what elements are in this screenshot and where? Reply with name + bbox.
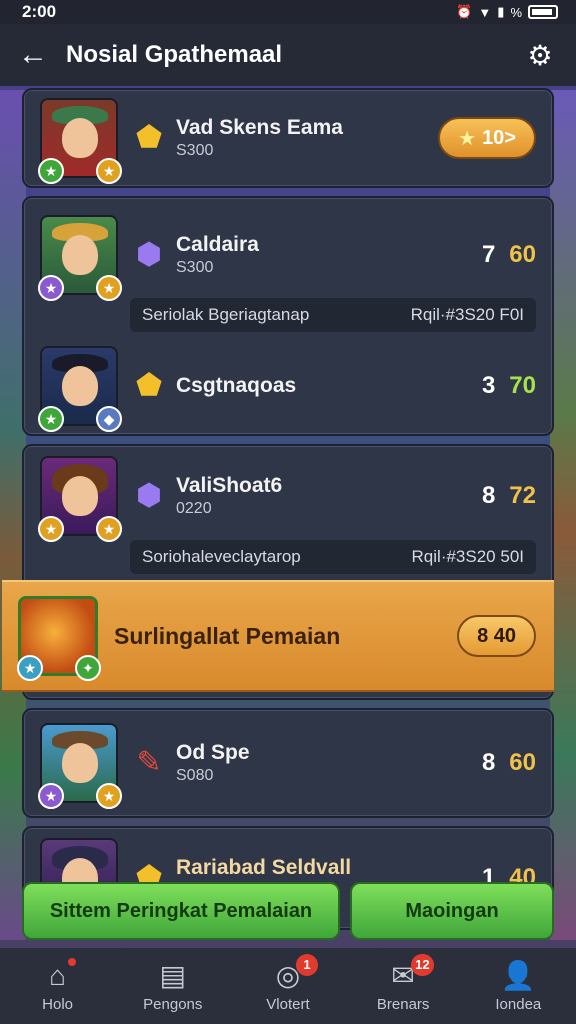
nav-item-vlotert[interactable]: ◎ 1 Vlotert [238, 953, 338, 1013]
player-name: ValiShoat6 [176, 474, 283, 497]
star-badge-icon: ★ [17, 655, 43, 681]
back-arrow-icon[interactable]: ← [18, 38, 58, 72]
list-item[interactable]: ★ ★ ⬢ ValiShoat6 0220 8 72 Soriohalevecl… [2, 444, 554, 700]
score-value: 60 [509, 749, 536, 776]
nav-label: Pengons [143, 995, 203, 1013]
notification-badge: 12 [411, 953, 434, 976]
compete-button[interactable]: Maoingan [350, 882, 554, 940]
player-score: 7 60 [482, 241, 536, 269]
wifi-icon: ▼ [478, 4, 492, 20]
star-badge-icon: ★ [96, 275, 122, 301]
detail-right: Rqil·#3S20 50I [411, 547, 524, 566]
notification-badge: 1 [295, 953, 318, 976]
nav-label: Vlotert [266, 995, 310, 1013]
page-title: Nosial Gpathemaal [66, 41, 283, 68]
star-badge-icon: ★ [38, 158, 64, 184]
score-rank: 8 [481, 749, 496, 776]
purple-gem-icon: ⬢ [135, 238, 163, 271]
player-score: 3 70 [482, 372, 536, 400]
shield-badge-icon: ◆ [96, 406, 122, 432]
score-rank: 8 [481, 482, 496, 509]
star-badge-icon: ★ [96, 783, 122, 809]
star-icon: ⬟ [135, 121, 163, 154]
score-value: 60 [509, 241, 536, 268]
highlight-pill-button[interactable]: 8 40 [457, 615, 536, 657]
alarm-icon: ⏰ [456, 4, 473, 19]
nav-label: Holo [42, 995, 74, 1013]
avatar: ★ ★ [38, 723, 122, 809]
status-icons: ⏰ ▼ ▮ % [456, 4, 558, 20]
status-bar: 2:00 ⏰ ▼ ▮ % [0, 0, 576, 24]
star-badge-icon: ★ [38, 516, 64, 542]
leaderboard-system-button[interactable]: Sittem Peringkat Pemalaian [22, 882, 340, 940]
person-icon: 👤 [500, 959, 536, 991]
star-icon: ⬟ [135, 369, 163, 402]
list-item[interactable]: ★ ★ ⬢ Caldaira S300 7 60 Seriolak Bgeria… [22, 196, 554, 436]
player-score: 8 60 [482, 749, 536, 777]
reward-pill-button[interactable]: ★ 10> [438, 117, 536, 159]
leaf-badge-icon: ✦ [75, 655, 101, 681]
nav-label: Iondea [495, 995, 542, 1013]
avatar: ★ ★ [38, 98, 122, 184]
nav-item-home[interactable]: ⌂ Holo [8, 957, 108, 1013]
action-bar: Sittem Peringkat Pemalaian Maoingan [22, 882, 554, 940]
nav-item-brenars[interactable]: ✉ 12 Brenars [353, 953, 453, 1013]
trophy-orb-icon: ★ ✦ [17, 596, 101, 681]
nav-item-pengons[interactable]: ▤ Pengons [123, 960, 223, 1013]
leaderboard-list: ★ ★ ⬟ Vad Skens Eama S300 ★ 10> ★ ★ ⬢ Ca… [2, 88, 554, 938]
list-item[interactable]: ★ ★ ✎ Od Spe S080 8 60 [22, 708, 554, 818]
player-sub: S300 [176, 142, 214, 159]
purple-gem-icon: ⬢ [135, 479, 163, 512]
player-sub: S080 [176, 767, 214, 784]
score-rank: 7 [481, 241, 496, 268]
detail-left: Soriohaleveclaytarop [142, 547, 301, 566]
player-name: Csgtnaqoas [176, 374, 297, 397]
notification-dot [67, 957, 76, 966]
avatar: ★ ★ [38, 456, 122, 542]
score-value: 72 [509, 482, 536, 509]
star-badge-icon: ★ [96, 516, 122, 542]
battery-percent: % [510, 4, 522, 20]
player-name: Caldaira [176, 233, 259, 256]
star-badge-icon: ★ [96, 158, 122, 184]
player-name: Vad Skens Eama [176, 116, 343, 139]
avatar: ★ ◆ [38, 346, 122, 432]
reward-value: 10> [482, 126, 516, 149]
app-bar: ← Nosial Gpathemaal ⚙ [0, 24, 576, 86]
player-name: Od Spe [176, 741, 250, 764]
gear-icon[interactable]: ⚙ [522, 39, 558, 72]
nav-label: Brenars [376, 995, 430, 1013]
player-sub: 0220 [176, 500, 212, 517]
score-rank: 3 [481, 372, 496, 399]
home-icon: ⌂ [49, 959, 67, 991]
player-score: 8 72 [482, 482, 536, 510]
avatar: ★ ★ [38, 215, 122, 301]
star-badge-icon: ★ [38, 783, 64, 809]
nav-item-profile[interactable]: 👤 Iondea [468, 960, 568, 1013]
list-item[interactable]: ★ ★ ⬟ Vad Skens Eama S300 ★ 10> [22, 88, 554, 188]
score-value: 70 [509, 372, 536, 399]
star-badge-icon: ★ [38, 275, 64, 301]
highlight-title: Surlingallat Pemaian [114, 622, 341, 649]
player-name: Rariabad Seldvall [176, 856, 352, 879]
candy-icon: ✎ [136, 746, 162, 779]
highlighted-player-row[interactable]: ★ ✦ Surlingallat Pemaian 8 40 [2, 580, 554, 692]
battery-icon [528, 5, 558, 19]
status-time: 2:00 [22, 2, 57, 21]
bottom-nav: ⌂ Holo ▤ Pengons ◎ 1 Vlotert ✉ 12 Brenar… [0, 948, 576, 1024]
signal-icon: ▮ [497, 4, 505, 19]
player-sub: S300 [176, 259, 214, 276]
star-icon: ★ [458, 127, 477, 150]
document-icon: ▤ [159, 959, 187, 991]
star-badge-icon: ★ [38, 406, 64, 432]
